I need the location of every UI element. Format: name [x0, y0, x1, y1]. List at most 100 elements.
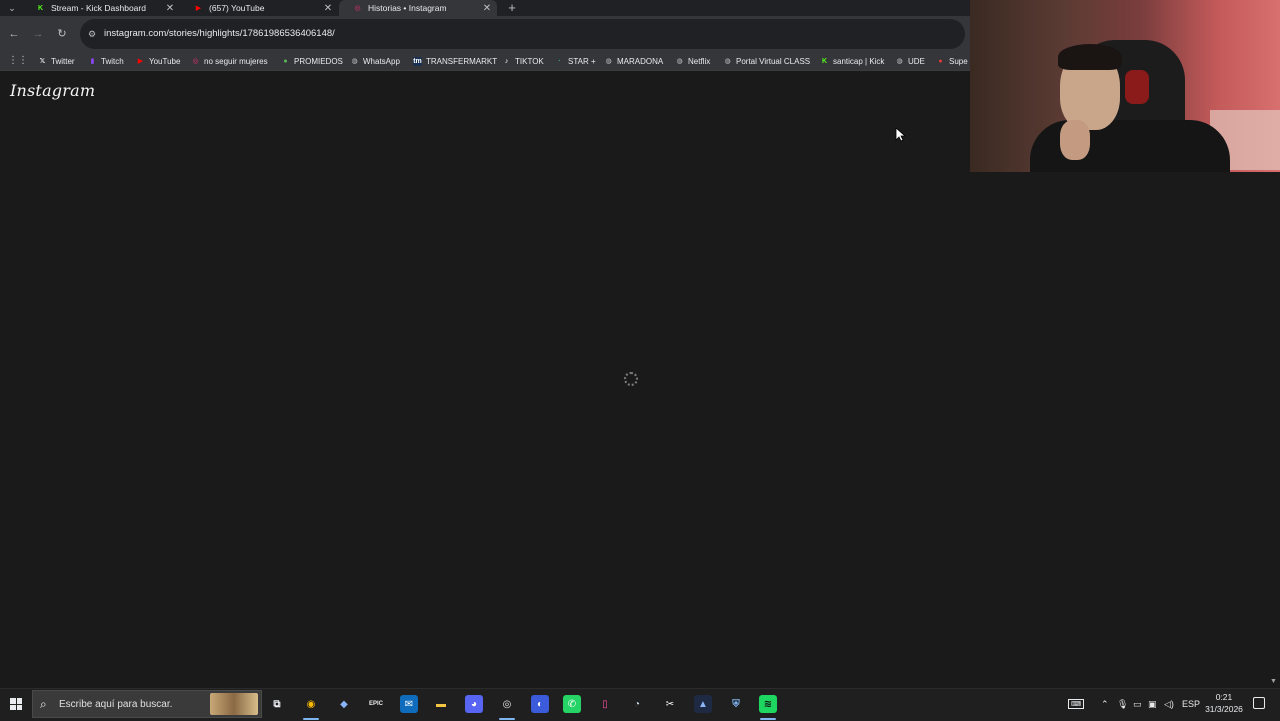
- forward-arrow-icon[interactable]: →: [31, 27, 45, 41]
- person-hair: [1058, 44, 1122, 70]
- bookmark-label: Netflix: [688, 56, 711, 66]
- webcam-overlay: [970, 0, 1280, 172]
- search-highlight-image: [210, 693, 258, 715]
- close-tab-icon[interactable]: ✕: [164, 3, 176, 14]
- bookmark-tiktok[interactable]: ♪ TIKTOK: [502, 52, 544, 70]
- bookmark-label: TRANSFERMARKT: [426, 56, 498, 66]
- promiedos-icon: ●: [283, 57, 288, 65]
- bookmark-promiedos[interactable]: ● PROMIEDOS: [281, 52, 343, 70]
- bookmark-label: Twitch: [101, 56, 124, 66]
- tab-instagram[interactable]: ◎ Historias • Instagram ✕: [339, 0, 497, 16]
- bookmark-netflix[interactable]: ◍ Netflix: [675, 52, 710, 70]
- spotify-icon[interactable]: ≋: [759, 695, 777, 713]
- bookmark-ude[interactable]: ◍ UDE: [895, 52, 925, 70]
- tab-title: Historias • Instagram: [368, 3, 447, 13]
- clock-date: 31/3/2026: [1205, 704, 1243, 714]
- url-text[interactable]: instagram.com/stories/highlights/1786198…: [104, 27, 335, 41]
- bookmark-label: PROMIEDOS: [294, 56, 343, 66]
- network-icon[interactable]: ▣: [1148, 689, 1157, 719]
- star-plus-icon: ·: [558, 57, 561, 65]
- app-pink-icon[interactable]: ▯: [596, 695, 614, 713]
- tab-search-chevron-icon[interactable]: ⌄: [4, 1, 20, 15]
- x-icon: 𝕏: [39, 58, 46, 65]
- battery-icon[interactable]: ▭: [1133, 689, 1142, 719]
- kick-icon: K: [821, 57, 828, 65]
- bookmark-supe[interactable]: ● Supe: [936, 52, 970, 70]
- shield-icon[interactable]: ⛨: [727, 695, 745, 713]
- globe-icon: ◍: [605, 58, 612, 65]
- chevron-up-icon[interactable]: ⌃: [1101, 689, 1109, 719]
- bookmark-label: YouTube: [149, 56, 181, 66]
- volume-icon[interactable]: ◁): [1164, 689, 1174, 719]
- close-tab-icon[interactable]: ✕: [322, 3, 334, 14]
- person-hand: [1060, 120, 1090, 160]
- back-arrow-icon[interactable]: ←: [7, 27, 21, 41]
- bookmark-label: TIKTOK: [515, 56, 544, 66]
- loading-spinner-icon: [624, 372, 638, 386]
- outlook-icon[interactable]: ✉: [400, 695, 418, 713]
- bookmark-maradona[interactable]: ◍ MARADONA: [604, 52, 663, 70]
- windows-taskbar: ⌕ Escribe aquí para buscar. ⧉ ◉ ◆ EPIC ✉ ▬ ◕ ◎ ◐…: [0, 688, 1280, 721]
- taskbar-clock[interactable]: 0:21 31/3/2026: [1198, 691, 1250, 715]
- bookmark-transfermarkt[interactable]: tm TRANSFERMARKT: [413, 52, 497, 70]
- steam-icon[interactable]: ◔: [628, 695, 646, 713]
- site-info-icon[interactable]: ⚙: [86, 27, 98, 41]
- search-placeholder[interactable]: Escribe aquí para buscar.: [59, 698, 172, 711]
- bookmark-youtube[interactable]: ▶ YouTube: [136, 52, 181, 70]
- clock-time: 0:21: [1215, 692, 1233, 702]
- tab-kick-dashboard[interactable]: K Stream - Kick Dashboard ✕: [22, 0, 180, 16]
- instagram-icon: ◎: [354, 5, 361, 12]
- epic-games-icon[interactable]: EPIC: [367, 695, 385, 713]
- scroll-down-arrow-icon[interactable]: ▼: [1270, 678, 1277, 685]
- task-view-icon[interactable]: ⧉: [268, 695, 286, 713]
- new-tab-button[interactable]: +: [505, 0, 519, 16]
- transfermarkt-icon: tm: [413, 56, 422, 66]
- whatsapp-icon[interactable]: ✆: [563, 695, 581, 713]
- discord-icon[interactable]: ◕: [465, 695, 483, 713]
- app-dark-icon[interactable]: ▲: [694, 695, 712, 713]
- headset: [1125, 70, 1149, 104]
- youtube-icon: ▶: [137, 58, 144, 65]
- bookmark-whatsapp[interactable]: ◍ WhatsApp: [350, 52, 400, 70]
- chrome-icon[interactable]: ◉: [302, 695, 320, 713]
- bookmark-star[interactable]: · STAR +: [555, 52, 596, 70]
- bookmark-santicap-kick[interactable]: Ksanticap | Kick: [820, 52, 884, 70]
- globe-icon: ◍: [351, 58, 358, 65]
- input-indicator-icon[interactable]: ⌨: [1068, 689, 1085, 719]
- bookmark-label: MARADONA: [617, 56, 664, 66]
- bookmark-label: WhatsApp: [363, 56, 400, 66]
- bookmark-twitter[interactable]: 𝕏 Twitter: [38, 52, 75, 70]
- close-tab-icon[interactable]: ✕: [481, 3, 493, 14]
- tab-title: Stream - Kick Dashboard: [51, 3, 146, 13]
- search-icon: ⌕: [40, 697, 47, 711]
- globe-icon: ◍: [676, 58, 683, 65]
- microphone-icon[interactable]: 🎙︎: [1117, 689, 1128, 719]
- globe-icon: ◍: [724, 58, 731, 65]
- tab-youtube[interactable]: ▶ (657) YouTube ✕: [180, 0, 338, 16]
- reload-icon[interactable]: ↻: [55, 27, 69, 41]
- file-explorer-icon[interactable]: ▬: [432, 695, 450, 713]
- obs-icon[interactable]: ◎: [498, 695, 516, 713]
- bookmark-label: Twitter: [51, 56, 75, 66]
- bookmark-label: santicap | Kick: [833, 56, 885, 66]
- bookmark-label: STAR +: [568, 56, 596, 66]
- address-bar[interactable]: ⚙ instagram.com/stories/highlights/17861…: [80, 19, 965, 49]
- windows-start-icon[interactable]: [10, 698, 22, 710]
- bookmark-label: UDE: [908, 56, 925, 66]
- bookmark-label: Portal Virtual CLASS: [736, 56, 811, 66]
- kick-icon: K: [37, 4, 44, 12]
- app-blue-icon[interactable]: ◐: [531, 695, 549, 713]
- bookmark-twitch[interactable]: ▮ Twitch: [88, 52, 124, 70]
- notifications-icon[interactable]: [1253, 697, 1265, 709]
- twitch-icon: ▮: [90, 58, 95, 65]
- instagram-logo[interactable]: Instagram: [10, 81, 95, 100]
- taskbar-search[interactable]: ⌕ Escribe aquí para buscar.: [32, 690, 262, 718]
- bookmark-portal-virtual-class[interactable]: ◍ Portal Virtual CLASS: [723, 52, 810, 70]
- bookmark-label: Supe: [949, 56, 968, 66]
- apps-grid-icon[interactable]: ⋮⋮: [8, 55, 28, 66]
- copilot-icon[interactable]: ◆: [335, 695, 353, 713]
- bookmark-no-seguir-mujeres[interactable]: ◎ no seguir mujeres: [191, 52, 268, 70]
- capcut-icon[interactable]: ✂: [661, 695, 679, 713]
- supercell-icon: ●: [938, 57, 943, 65]
- bookmark-label: no seguir mujeres: [204, 56, 268, 66]
